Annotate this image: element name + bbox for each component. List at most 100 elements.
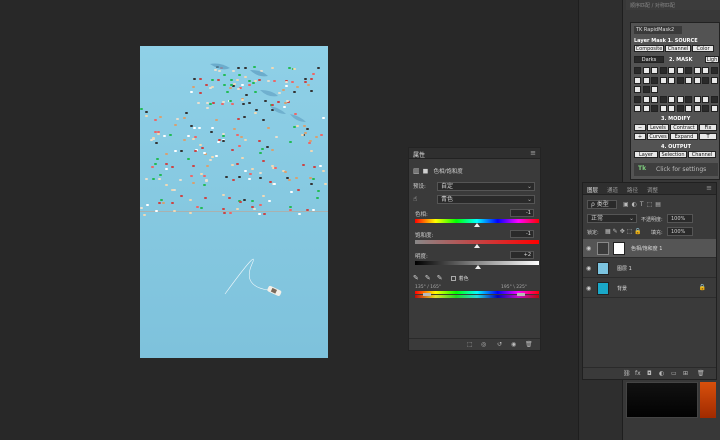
hue-value[interactable]: -1 (510, 209, 534, 217)
rapidmask-key[interactable] (642, 86, 650, 93)
filter-icons[interactable]: ▣◐T⬚▤ (623, 201, 664, 208)
layer-row[interactable]: ◉ 背景 🔒 (583, 279, 716, 298)
channel-button[interactable]: Channel (665, 45, 691, 52)
rapidmask-key[interactable] (634, 86, 641, 93)
minus-button[interactable]: − (634, 124, 646, 131)
reset-icon[interactable]: ↺ (497, 341, 502, 348)
rapidmask-key[interactable] (659, 67, 667, 74)
tab-adjustments[interactable]: 调整 (647, 186, 658, 194)
rapidmask-key[interactable] (710, 76, 718, 84)
rapidmask-key[interactable] (651, 105, 658, 112)
document-image[interactable] (140, 46, 328, 358)
tab-layers[interactable]: 图层 (587, 186, 598, 194)
lightness-slider-thumb[interactable] (475, 265, 481, 269)
hue-slider-thumb[interactable] (474, 223, 480, 227)
rapidmask-key[interactable] (676, 95, 684, 103)
eyedropper-icon[interactable]: ✎ (413, 274, 419, 282)
rapidmask-key[interactable] (659, 105, 667, 112)
rapidmask-key[interactable] (685, 105, 692, 112)
mask-icon[interactable]: ◼ (423, 167, 429, 175)
layer-filter-select[interactable]: ρ 类型 (587, 200, 617, 209)
opacity-field[interactable]: 100% (667, 214, 693, 223)
rapidmask-key[interactable] (702, 95, 709, 103)
rapidmask-key[interactable] (634, 67, 641, 74)
trash-icon[interactable]: 🗑 (697, 370, 705, 377)
lights-button[interactable]: Ligh (705, 56, 719, 63)
range-handle-right[interactable] (517, 293, 525, 296)
color-swatch[interactable] (700, 382, 716, 418)
channel-output-button[interactable]: Channel (688, 151, 716, 158)
layer-output-button[interactable]: Layer (634, 151, 658, 158)
rapidmask-key[interactable] (642, 67, 650, 74)
mask-icon[interactable]: ◘ (647, 370, 652, 377)
new-layer-icon[interactable]: ⊞ (683, 370, 688, 377)
rapidmask-key[interactable] (676, 105, 684, 112)
layer-row[interactable]: ◉ 图层 1 (583, 259, 716, 278)
rapidmask-key[interactable] (642, 95, 650, 103)
range-handle-left[interactable] (423, 293, 431, 296)
preset-select[interactable]: 自定 ⌄ (437, 181, 535, 191)
rapidmask-key[interactable] (702, 105, 709, 112)
tab-paths[interactable]: 路径 (627, 186, 638, 194)
rapidmask-key[interactable] (685, 76, 692, 84)
rapidmask-key[interactable] (651, 95, 658, 103)
hand-tool-icon[interactable]: ☝ (413, 195, 437, 203)
rapidmask-key[interactable] (710, 105, 718, 112)
visibility-eye-icon[interactable]: ◉ (586, 265, 591, 272)
rapidmask-key[interactable] (642, 105, 650, 112)
rapidmask-key[interactable] (676, 76, 684, 84)
rapidmask-key[interactable] (634, 105, 641, 112)
eyedropper-plus-icon[interactable]: ✎ (425, 274, 431, 282)
rapidmask-key[interactable] (651, 67, 658, 74)
composite-button[interactable]: Composite (634, 45, 664, 52)
properties-tab[interactable]: 属性 (413, 150, 425, 159)
rapidmask-key[interactable] (668, 105, 675, 112)
colorize-checkbox[interactable] (450, 275, 456, 281)
eyedropper-minus-icon[interactable]: ✎ (437, 274, 443, 282)
fx-icon[interactable]: fx (635, 370, 641, 377)
channel-select[interactable]: 青色 ⌄ (437, 194, 535, 204)
layer-row[interactable]: ◉ 色相/饱和度 1 (583, 239, 716, 258)
visibility-eye-icon[interactable]: ◉ (511, 341, 516, 348)
rapidmask-key[interactable] (634, 76, 641, 84)
expand-button[interactable]: Expand (670, 133, 698, 140)
plus-button[interactable]: + (634, 133, 646, 140)
darks-button[interactable]: Darks (634, 56, 664, 63)
rapidmask-key[interactable] (685, 95, 692, 103)
curves-button[interactable]: Curves (647, 133, 669, 140)
rapidmask-key[interactable] (676, 67, 684, 74)
rapidmask-key[interactable] (693, 95, 701, 103)
rapidmask-key[interactable] (659, 76, 667, 84)
selection-output-button[interactable]: Selection (659, 151, 687, 158)
lightness-value[interactable]: +2 (510, 251, 534, 259)
rapidmask-key[interactable] (651, 86, 658, 93)
contract-button[interactable]: Contract (670, 124, 698, 131)
rapidmask-key[interactable] (693, 76, 701, 84)
adjustment-icon[interactable]: ◐ (659, 370, 664, 377)
rapidmask-key[interactable] (693, 67, 701, 74)
rapidmask-key[interactable] (634, 95, 641, 103)
folder-icon[interactable]: ▭ (671, 370, 677, 377)
settings-footer[interactable]: Tk Click for settings (634, 163, 718, 176)
visibility-eye-icon[interactable]: ◉ (586, 285, 591, 292)
clip-to-layer-icon[interactable]: ⬚ (467, 341, 473, 348)
trash-icon[interactable]: 🗑 (525, 341, 533, 348)
rapidmask-key[interactable] (710, 95, 718, 103)
fill-field[interactable]: 100% (667, 227, 693, 236)
rapidmask-key[interactable] (702, 76, 709, 84)
panel-menu-icon[interactable]: ≡ (530, 149, 536, 157)
mask-thumbnail[interactable] (613, 242, 625, 255)
saturation-slider-thumb[interactable] (474, 244, 480, 248)
tab-channels[interactable]: 通道 (607, 186, 618, 194)
visibility-eye-icon[interactable]: ◉ (586, 245, 591, 252)
rapidmask-key[interactable] (668, 76, 675, 84)
link-icon[interactable]: ⛓ (623, 370, 631, 377)
t-button[interactable]: T (699, 133, 717, 140)
lock-icons[interactable]: ▦✎✥⬚🔒 (605, 228, 644, 235)
rapidmask-key[interactable] (702, 67, 709, 74)
rapidmask-key[interactable] (651, 76, 658, 84)
rapidmask-key[interactable] (642, 76, 650, 84)
rapidmask-key[interactable] (668, 67, 675, 74)
panel-menu-icon[interactable]: ≡ (706, 184, 712, 192)
rapidmask-key[interactable] (710, 67, 718, 74)
